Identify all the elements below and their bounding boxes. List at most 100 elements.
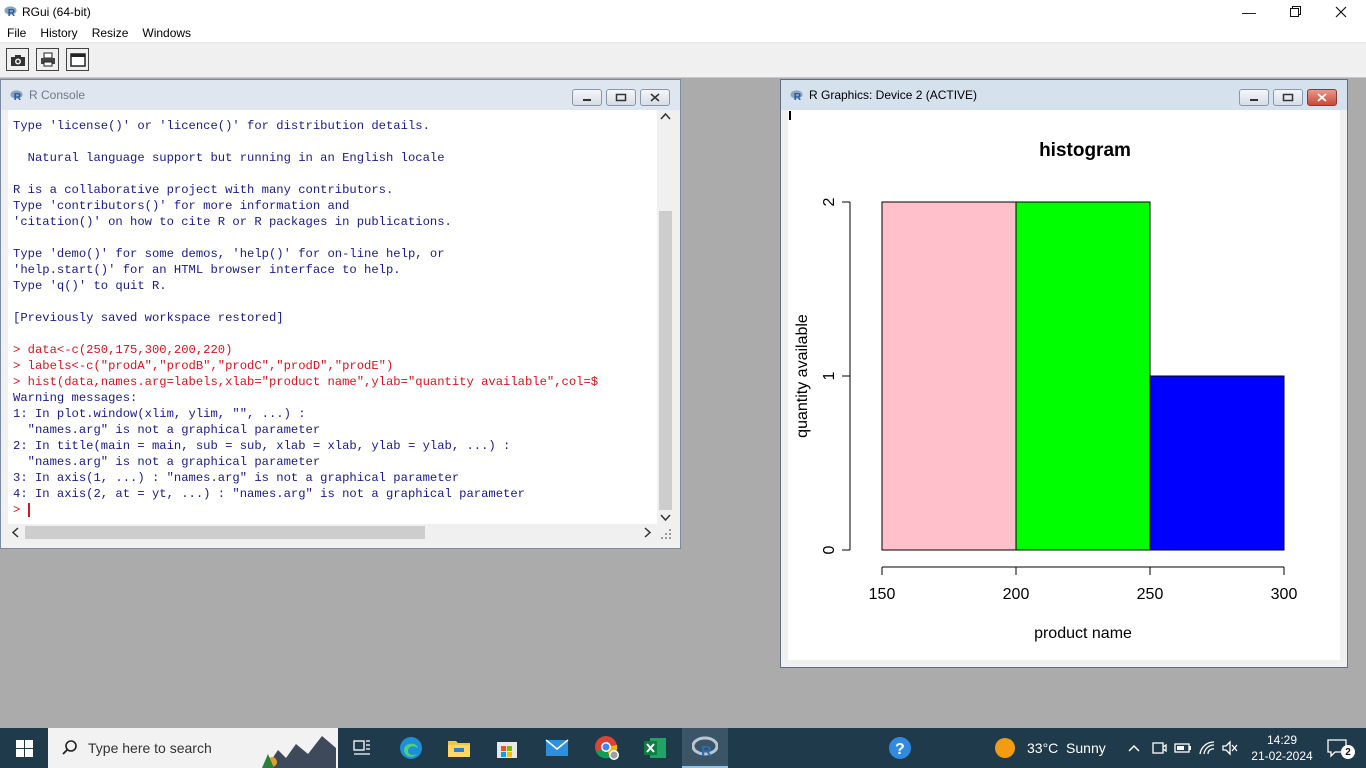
start-button[interactable] (0, 728, 48, 768)
search-highlight-image (262, 736, 336, 768)
histogram-bar (881, 201, 1017, 551)
minimize-button[interactable]: — (1226, 0, 1272, 23)
task-view-button[interactable] (340, 728, 384, 768)
console-input-line: > data<-c(250,175,300,200,220) (13, 343, 233, 357)
meet-now-button[interactable] (1148, 728, 1170, 768)
svg-text:R: R (8, 8, 16, 18)
svg-text:?: ? (895, 741, 905, 758)
app-title: RGui (64-bit) (22, 4, 91, 19)
r-logo-icon: R (10, 89, 23, 102)
close-icon (1317, 93, 1327, 102)
console-minimize-button[interactable] (572, 89, 602, 106)
console-output-line: "names.arg" is not a graphical parameter (13, 455, 321, 469)
console-input-line: > hist(data,names.arg=labels,xlab="produ… (13, 375, 599, 389)
clock-date: 21-02-2024 (1251, 749, 1313, 763)
restore-icon (615, 93, 627, 102)
minimize-icon (1250, 98, 1258, 101)
menu-file[interactable]: File (0, 26, 33, 40)
console-close-button[interactable] (640, 89, 670, 106)
battery-button[interactable] (1172, 728, 1194, 768)
graphics-minimize-button[interactable] (1239, 89, 1269, 106)
menu-resize[interactable]: Resize (85, 26, 136, 40)
help-icon: ? (889, 737, 911, 759)
notification-center-button[interactable]: 2 (1318, 728, 1358, 768)
file-explorer-taskbar-button[interactable] (436, 728, 482, 768)
graphics-canvas[interactable]: 150 200 250 300 0 1 2 histogram product name quan… (788, 110, 1340, 660)
y-tick-label: 1 (821, 371, 838, 380)
histogram-bar (1149, 375, 1285, 551)
console-output-line: R is a collaborative project with many c… (13, 183, 394, 197)
console-input-line: > (13, 503, 28, 517)
console-output-line: 2: In title(main = main, sub = sub, xlab… (13, 439, 511, 453)
x-tick-label: 150 (869, 586, 896, 603)
console-maximize-button[interactable] (606, 89, 636, 106)
maximize-button[interactable] (1272, 0, 1318, 23)
graphics-maximize-button[interactable] (1273, 89, 1303, 106)
new-window-button[interactable] (66, 48, 89, 71)
graphics-close-button[interactable] (1307, 89, 1337, 106)
printer-icon (40, 52, 55, 67)
print-button[interactable] (36, 48, 59, 71)
resize-grip-icon[interactable] (660, 528, 672, 540)
chrome-icon (595, 736, 619, 760)
store-taskbar-button[interactable] (484, 728, 530, 768)
close-button[interactable] (1318, 0, 1364, 23)
y-axis-label: quantity available (794, 314, 811, 438)
volume-muted-icon (1222, 740, 1238, 756)
console-titlebar: R R Console (1, 80, 680, 110)
console-horizontal-scrollbar[interactable] (8, 524, 657, 541)
console-vertical-scrollbar[interactable] (657, 110, 674, 524)
show-hidden-icons-button[interactable] (1124, 728, 1144, 768)
console-output-line: 3: In axis(1, ...) : "names.arg" is not … (13, 471, 460, 485)
weather-widget[interactable]: 33°C Sunny (994, 728, 1114, 768)
console-output-line: Natural language support but running in … (13, 151, 445, 165)
search-box[interactable]: Type here to search (48, 728, 338, 768)
rgui-taskbar-button[interactable]: R (682, 728, 728, 768)
console-output[interactable]: Type 'license()' or 'licence()' for dist… (8, 110, 657, 524)
clock[interactable]: 14:29 21-02-2024 (1246, 728, 1318, 768)
x-axis-label: product name (1034, 625, 1132, 642)
toolbar (0, 43, 1366, 78)
task-view-icon (353, 740, 370, 755)
close-icon (650, 93, 660, 102)
copy-button[interactable] (6, 48, 29, 71)
restore-icon (1282, 93, 1294, 102)
graphics-titlebar: R R Graphics: Device 2 (ACTIVE) (781, 80, 1347, 110)
menu-windows[interactable]: Windows (135, 26, 198, 40)
console-output-line: 1: In plot.window(xlim, ylim, "", ...) : (13, 407, 306, 421)
menu-history[interactable]: History (33, 26, 84, 40)
horizontal-scroll-thumb[interactable] (25, 526, 425, 539)
scroll-down-icon[interactable] (660, 512, 671, 522)
y-tick-label: 0 (821, 545, 838, 554)
console-output-line: Type 'demo()' for some demos, 'help()' f… (13, 247, 445, 261)
sun-icon (995, 738, 1015, 758)
chrome-taskbar-button[interactable] (584, 728, 630, 768)
clock-time: 14:29 (1266, 733, 1298, 747)
edge-icon (400, 737, 422, 759)
volume-button[interactable] (1218, 728, 1242, 768)
scroll-left-icon[interactable] (11, 527, 21, 538)
network-button[interactable] (1196, 728, 1218, 768)
app-titlebar: R RGui (64-bit) — (0, 0, 1366, 23)
restore-icon (1289, 6, 1301, 17)
svg-text:R: R (701, 743, 712, 758)
menu-bar: File History Resize Windows (0, 23, 1366, 43)
mail-taskbar-button[interactable] (534, 728, 580, 768)
scroll-up-icon[interactable] (660, 112, 671, 122)
chevron-up-icon (1128, 744, 1140, 752)
histogram-bar (1015, 201, 1151, 551)
console-output-line: Type 'q()' to quit R. (13, 279, 167, 293)
help-taskbar-button[interactable]: ? (878, 728, 922, 768)
console-output-line: Type 'contributors()' for more informati… (13, 199, 350, 213)
vertical-scroll-thumb[interactable] (659, 211, 672, 510)
edge-taskbar-button[interactable] (388, 728, 434, 768)
search-icon (62, 740, 77, 755)
histogram-chart: 150 200 250 300 0 1 2 histogram product name quan… (794, 140, 1298, 642)
x-tick-label: 300 (1271, 586, 1298, 603)
svg-text:R: R (14, 92, 22, 102)
x-tick-label: 200 (1003, 586, 1030, 603)
svg-text:R: R (794, 92, 802, 102)
console-output-line: 'citation()' on how to cite R or R packa… (13, 215, 452, 229)
excel-taskbar-button[interactable] (632, 728, 678, 768)
scroll-right-icon[interactable] (642, 527, 652, 538)
